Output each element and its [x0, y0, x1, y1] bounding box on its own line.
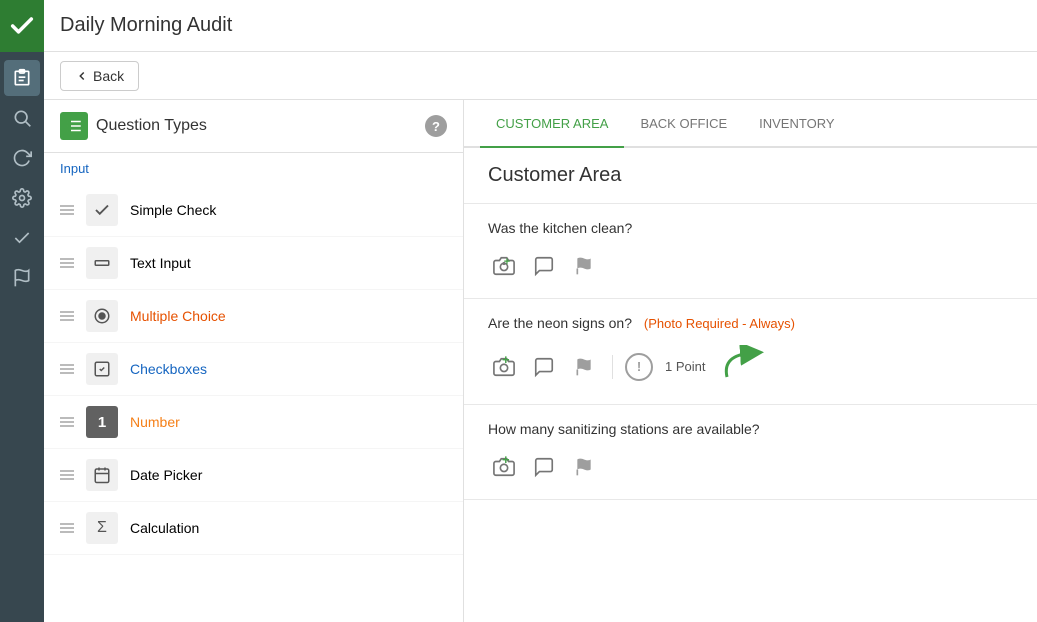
qt-label-calculation: Calculation	[130, 520, 199, 536]
qt-simple-check[interactable]: Simple Check	[44, 184, 463, 237]
qt-icon-number: 1	[86, 406, 118, 438]
qt-label-text-input: Text Input	[130, 255, 191, 271]
action-separator-2	[612, 355, 613, 379]
qt-text-input[interactable]: Text Input	[44, 237, 463, 290]
question-actions-1: +	[488, 250, 1013, 282]
logo	[0, 0, 44, 52]
qt-label-checkboxes: Checkboxes	[130, 361, 207, 377]
comment-icon-3[interactable]	[528, 451, 560, 483]
page-title: Daily Morning Audit	[60, 14, 232, 37]
section-title: Customer Area	[464, 148, 1037, 204]
flag-icon-1[interactable]	[568, 250, 600, 282]
drag-handle	[60, 470, 74, 480]
drag-handle	[60, 205, 74, 215]
input-label: Input	[44, 153, 463, 184]
sidebar-item-settings[interactable]	[4, 180, 40, 216]
question-actions-2: +	[488, 345, 1013, 388]
question-text-2: Are the neon signs on? (Photo Required -…	[488, 315, 1013, 331]
sidebar-item-search[interactable]	[4, 100, 40, 136]
qt-checkboxes[interactable]: Checkboxes	[44, 343, 463, 396]
back-button[interactable]: Back	[60, 61, 139, 91]
tab-back-office[interactable]: BACK OFFICE	[624, 100, 743, 148]
drag-handle	[60, 417, 74, 427]
question-block-3: How many sanitizing stations are availab…	[464, 405, 1037, 500]
question-block-1: Was the kitchen clean? +	[464, 204, 1037, 299]
sidebar-item-clipboard[interactable]	[4, 60, 40, 96]
question-types-icon	[60, 112, 88, 140]
camera-icon-1[interactable]: +	[488, 250, 520, 282]
comment-icon-1[interactable]	[528, 250, 560, 282]
points-label-2: 1 Point	[665, 359, 705, 374]
arrow-annotation	[717, 345, 767, 388]
tab-customer-area[interactable]: CUSTOMER AREA	[480, 100, 624, 148]
flag-icon-2[interactable]	[568, 351, 600, 383]
main-container: Back Question Types	[0, 52, 1037, 622]
question-actions-3: +	[488, 451, 1013, 483]
info-icon-2[interactable]: !	[625, 353, 653, 381]
sidebar	[0, 52, 44, 622]
qt-number[interactable]: 1 Number	[44, 396, 463, 449]
help-icon[interactable]: ?	[425, 115, 447, 137]
qt-label-simple-check: Simple Check	[130, 202, 216, 218]
tabs-bar: CUSTOMER AREA BACK OFFICE INVENTORY	[464, 100, 1037, 148]
drag-handle	[60, 364, 74, 374]
left-panel-title: Question Types	[96, 117, 207, 135]
qt-icon-text-input	[86, 247, 118, 279]
question-highlight-2: (Photo Required - Always)	[644, 316, 795, 331]
content-wrapper: Back Question Types	[44, 52, 1037, 622]
qt-icon-simple-check	[86, 194, 118, 226]
header: Daily Morning Audit	[0, 0, 1037, 52]
qt-multiple-choice[interactable]: Multiple Choice	[44, 290, 463, 343]
qt-date-picker[interactable]: Date Picker	[44, 449, 463, 502]
camera-icon-2[interactable]: +	[488, 351, 520, 383]
tab-inventory[interactable]: INVENTORY	[743, 100, 850, 148]
qt-label-multiple-choice: Multiple Choice	[130, 308, 226, 324]
drag-handle	[60, 258, 74, 268]
qt-icon-checkboxes	[86, 353, 118, 385]
qt-label-number: Number	[130, 414, 180, 430]
camera-icon-3[interactable]: +	[488, 451, 520, 483]
right-panel: CUSTOMER AREA BACK OFFICE INVENTORY Cust…	[464, 100, 1037, 622]
qt-calculation[interactable]: Σ Calculation	[44, 502, 463, 555]
full-layout: Question Types ? Input Simple Check	[44, 100, 1037, 622]
question-text-3: How many sanitizing stations are availab…	[488, 421, 1013, 437]
qt-label-date-picker: Date Picker	[130, 467, 202, 483]
question-text-1: Was the kitchen clean?	[488, 220, 1013, 236]
left-panel: Question Types ? Input Simple Check	[44, 100, 464, 622]
qt-icon-date-picker	[86, 459, 118, 491]
qt-icon-multiple-choice	[86, 300, 118, 332]
right-content: Customer Area Was the kitchen clean?	[464, 148, 1037, 622]
drag-handle	[60, 523, 74, 533]
comment-icon-2[interactable]	[528, 351, 560, 383]
flag-icon-3[interactable]	[568, 451, 600, 483]
question-block-2: Are the neon signs on? (Photo Required -…	[464, 299, 1037, 405]
qt-icon-calculation: Σ	[86, 512, 118, 544]
sidebar-item-check[interactable]	[4, 220, 40, 256]
sub-toolbar: Back	[44, 52, 1037, 100]
sidebar-item-flag[interactable]	[4, 260, 40, 296]
drag-handle	[60, 311, 74, 321]
sidebar-item-refresh[interactable]	[4, 140, 40, 176]
left-panel-header: Question Types ?	[44, 100, 463, 153]
